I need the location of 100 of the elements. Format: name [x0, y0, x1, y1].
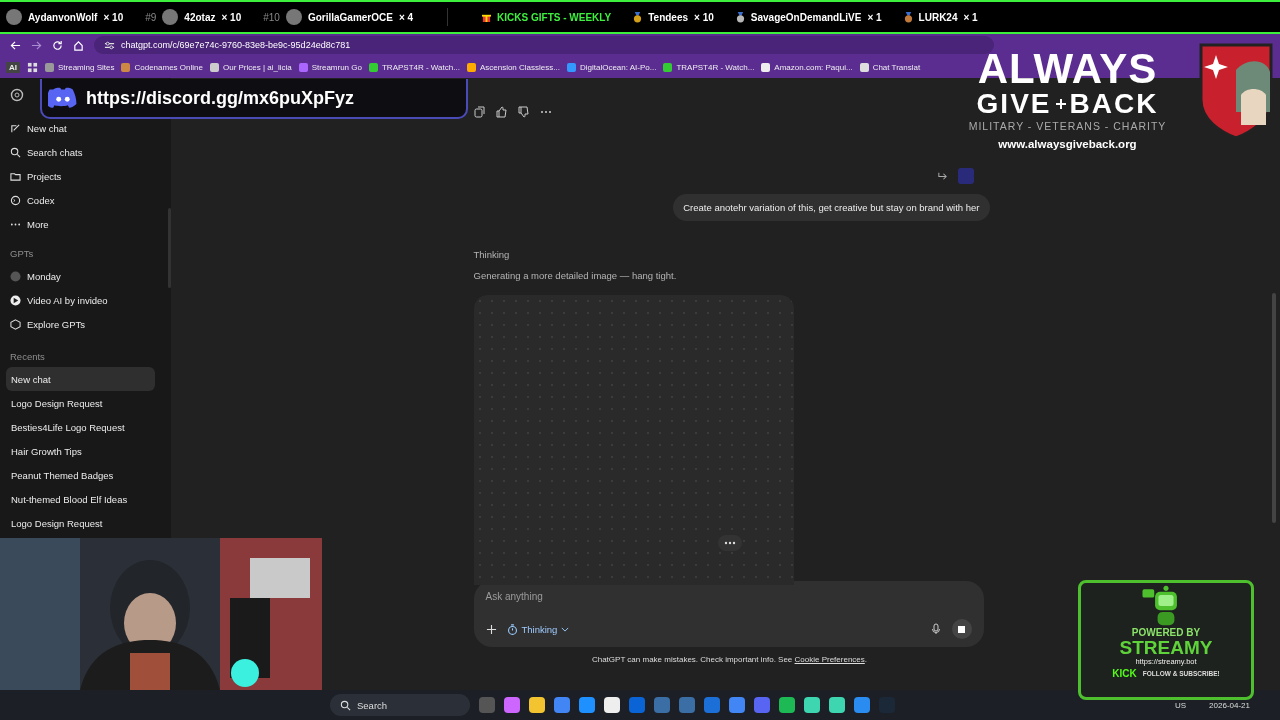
rank-number: #9: [145, 11, 157, 23]
gifter-name: Tendees: [648, 11, 689, 23]
forward-icon[interactable]: [31, 39, 42, 51]
thinking-label[interactable]: Thinking: [473, 249, 510, 260]
gpt-item[interactable]: Monday: [10, 264, 163, 288]
stop-button[interactable]: [951, 619, 972, 639]
chat-history-item[interactable]: New chat: [6, 367, 155, 391]
app-icon[interactable]: [754, 697, 770, 713]
bookmark[interactable]: DigitalOcean: AI-Po...: [566, 62, 657, 72]
cube-icon: [10, 318, 21, 330]
bookmark[interactable]: TRAPST4R - Watch...: [368, 62, 460, 72]
circle-icon: [10, 194, 21, 206]
search-icon: [10, 146, 21, 158]
language-indicator[interactable]: US: [1174, 700, 1187, 710]
gifter-name: AydanvonWolf: [28, 11, 98, 23]
app-icon[interactable]: [779, 697, 795, 713]
app-icon[interactable]: [804, 697, 820, 713]
gifter-name: 42otaz: [184, 11, 216, 23]
sidebar-item[interactable]: Codex: [10, 188, 163, 212]
chat-history-item[interactable]: Peanut Themed Badges: [6, 463, 155, 487]
plus-icon: [1055, 99, 1066, 109]
gifter-name: SavageOnDemandLiVE: [750, 11, 862, 23]
more-button[interactable]: [717, 535, 742, 551]
home-icon[interactable]: [73, 39, 84, 51]
attachment-thumbnail[interactable]: [957, 168, 974, 184]
chat-history-item[interactable]: Besties4Life Logo Request: [6, 415, 155, 439]
bookmark[interactable]: Codenames Online: [121, 62, 203, 72]
app-icon[interactable]: [579, 697, 595, 713]
sidebar-item[interactable]: New chat: [10, 116, 163, 140]
profile-badge[interactable]: AI: [6, 61, 20, 73]
caret-icon: [561, 626, 570, 632]
gift-count: × 1: [867, 11, 882, 23]
powered-by-text: POWERED BY: [1131, 627, 1201, 638]
leaderboard-title: KICKS GIFTS - WEEKLY: [497, 11, 612, 23]
sidebar-item[interactable]: More: [10, 212, 163, 236]
gift-count: × 10: [103, 11, 124, 23]
reload-icon[interactable]: [52, 39, 63, 51]
cookie-preferences-link[interactable]: Cookie Preferences: [794, 655, 865, 664]
bookmark[interactable]: Amazon.com: Paqui...: [761, 62, 853, 72]
logo-tagline: MILITARY - VETERANS - CHARITY: [968, 120, 1167, 132]
gpt-item[interactable]: Explore GPTs: [10, 312, 163, 336]
avatar-icon: [285, 9, 302, 25]
address-bar[interactable]: chatgpt.com/c/69e7e74c-9760-83e8-be9c-95d24ed8c781: [94, 36, 994, 54]
back-icon[interactable]: [10, 39, 21, 51]
date-text: 2026-04-21: [1209, 700, 1250, 710]
disclaimer-text: ChatGPT can make mistakes. Check important info. See Cookie Preferences.: [591, 655, 868, 664]
app-icon[interactable]: [554, 697, 570, 713]
streamy-title: STREAMY: [1119, 638, 1213, 657]
gpt-item[interactable]: Video AI by invideo: [10, 288, 163, 312]
apps-grid-icon[interactable]: [27, 61, 38, 73]
gifter-name: GorillaGamerOCE: [307, 11, 393, 23]
chat-history-item[interactable]: Logo Design Request: [6, 511, 155, 535]
copy-icon[interactable]: [473, 106, 486, 118]
microphone-icon[interactable]: [929, 623, 942, 635]
app-icon[interactable]: [604, 697, 620, 713]
section-heading: Recents: [10, 349, 46, 364]
discord-icon: [48, 87, 78, 109]
message-composer[interactable]: Ask anything Thinking: [473, 581, 984, 647]
thumbs-down-icon[interactable]: [517, 106, 530, 118]
thumbs-up-icon[interactable]: [495, 106, 508, 118]
chat-history-item[interactable]: Nut-themed Blood Elf Ideas: [6, 487, 155, 511]
gifter-name: LURK24: [918, 11, 958, 23]
play-icon: [10, 294, 21, 306]
sidebar-item[interactable]: Search chats: [10, 140, 163, 164]
bookmark[interactable]: Streaming Sites: [45, 62, 115, 72]
folder-icon: [10, 170, 21, 182]
bookmark[interactable]: Chat Translat: [859, 62, 921, 72]
app-icon[interactable]: [704, 697, 720, 713]
app-icon[interactable]: [504, 697, 520, 713]
app-icon[interactable]: [679, 697, 695, 713]
bookmark[interactable]: Ascension Classless...: [466, 62, 560, 72]
status-text: Generating a more detailed image — hang tight.: [473, 270, 677, 281]
sidebar-item[interactable]: Projects: [10, 164, 163, 188]
app-icon[interactable]: [854, 697, 870, 713]
app-icon[interactable]: [729, 697, 745, 713]
reply-arrow-icon: [936, 170, 948, 182]
logo-icon[interactable]: [10, 88, 24, 102]
app-icon[interactable]: [629, 697, 645, 713]
timer-icon: [506, 623, 518, 635]
bookmark[interactable]: Our Prices | ai_licia: [209, 62, 292, 72]
kick-label: KICK: [1112, 668, 1137, 679]
app-icon[interactable]: [529, 697, 545, 713]
section-heading: GPTs: [10, 246, 35, 261]
search-field[interactable]: Search: [330, 694, 470, 716]
app-icon[interactable]: [654, 697, 670, 713]
edit-icon: [10, 122, 21, 134]
app-icon[interactable]: [829, 697, 845, 713]
rank-number: #10: [263, 11, 280, 23]
url-text: chatgpt.com/c/69e7e74c-9760-83e8-be9c-95d24ed8c781: [121, 40, 351, 50]
prompt-field[interactable]: Ask anything: [485, 591, 972, 602]
site-settings-icon[interactable]: [104, 39, 115, 51]
more-icon: [723, 541, 736, 545]
add-icon[interactable]: [485, 623, 497, 635]
chat-history-item[interactable]: Logo Design Request: [6, 391, 155, 415]
mode-label: Thinking: [521, 623, 558, 635]
avatar-icon: [162, 9, 179, 25]
bookmark[interactable]: TRAPST4R - Watch...: [663, 62, 755, 72]
bookmark[interactable]: Streamrun Go: [298, 62, 362, 72]
model-selector[interactable]: Thinking: [506, 623, 570, 635]
chat-history-item[interactable]: Hair Growth Tips: [6, 439, 155, 463]
